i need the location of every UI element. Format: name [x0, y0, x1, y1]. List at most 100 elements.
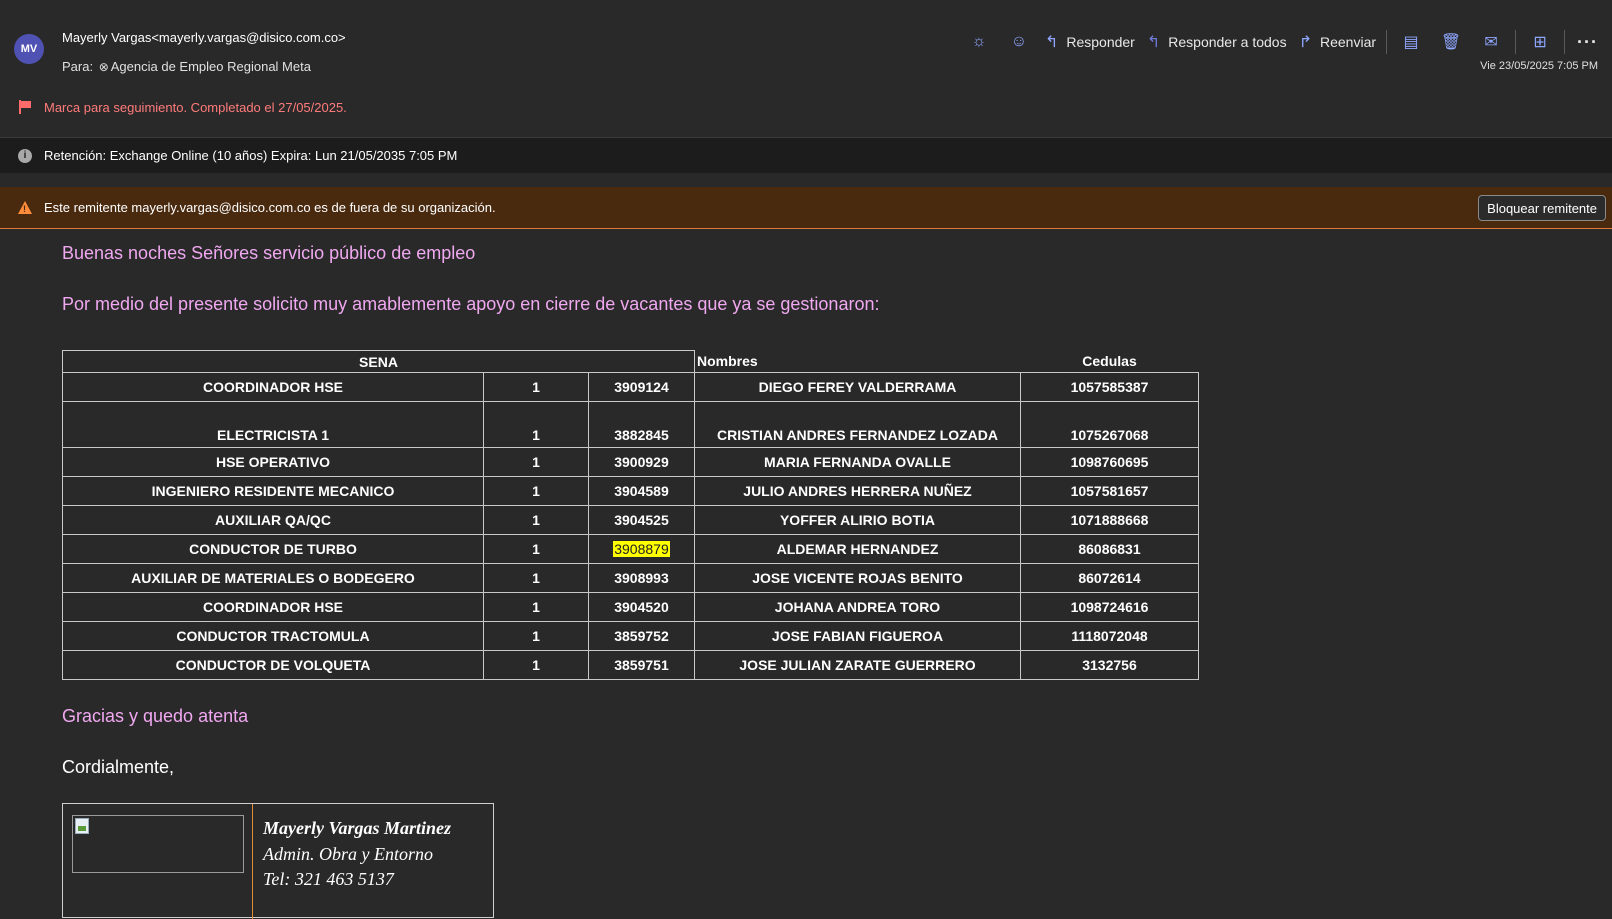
table-row: AUXILIAR QA/QC 1 3904525 YOFFER ALIRIO B…	[62, 505, 1199, 535]
cell-nombre: ALDEMAR HERNANDEZ	[694, 534, 1021, 564]
cell-cantidad: 1	[483, 563, 589, 593]
table-header-row: SENA Nombres Cedulas	[62, 350, 1199, 373]
toolbar-divider	[1386, 30, 1388, 54]
cell-cargo: COORDINADOR HSE	[62, 372, 484, 402]
reply-button[interactable]: ↰ Responder	[1045, 32, 1135, 52]
sent-date: Vie 23/05/2025 7:05 PM	[1480, 60, 1598, 72]
cell-nombre: CRISTIAN ANDRES FERNANDEZ LOZADA	[694, 401, 1021, 448]
cell-codigo: 3904520	[588, 592, 695, 622]
signature-phone: Tel: 321 463 5137	[263, 869, 394, 889]
cell-cedula: 86072614	[1020, 563, 1199, 593]
header-sena: SENA	[62, 350, 695, 373]
thanks-text: Gracias y quedo atenta	[62, 706, 249, 726]
signature-logo-image	[72, 815, 244, 873]
reply-all-icon: ↰	[1146, 34, 1161, 51]
cell-codigo: 3909124	[588, 372, 695, 402]
cell-codigo: 3908993	[588, 563, 695, 593]
cell-cantidad: 1	[483, 372, 589, 402]
calendar-icon[interactable]: ▤	[1399, 30, 1423, 54]
table-row: CONDUCTOR DE TURBO 1 3908879 ALDEMAR HER…	[62, 534, 1199, 564]
cell-nombre: JOHANA ANDREA TORO	[694, 592, 1021, 622]
signature-block: Mayerly Vargas Martinez Admin. Obra y En…	[62, 803, 494, 919]
toolbar-divider	[1515, 30, 1517, 54]
delete-icon[interactable]: 🗑︎	[1439, 30, 1463, 54]
table-row: INGENIERO RESIDENTE MECANICO 1 3904589 J…	[62, 476, 1199, 506]
cell-cargo: INGENIERO RESIDENTE MECANICO	[62, 476, 484, 506]
cell-codigo: 3882845	[588, 401, 695, 448]
forward-button[interactable]: ↱ Reenviar	[1299, 32, 1376, 52]
mark-unread-icon[interactable]: ✉︎	[1479, 30, 1503, 54]
cell-cantidad: 1	[483, 447, 589, 477]
signature-role: Admin. Obra y Entorno	[263, 844, 433, 864]
follow-up-flag-bar[interactable]: Marca para seguimiento. Completado el 27…	[0, 92, 1612, 122]
reply-icon: ↰	[1044, 34, 1059, 51]
cell-codigo: 3908879	[588, 534, 695, 564]
reply-label: Responder	[1066, 34, 1135, 50]
cell-codigo: 3859751	[588, 650, 695, 680]
external-sender-warning: ! Este remitente mayerly.vargas@disico.c…	[0, 187, 1612, 229]
table-row: ELECTRICISTA 1 1 3882845 CRISTIAN ANDRES…	[62, 401, 1199, 448]
info-icon: i	[18, 148, 32, 163]
cell-cedula: 1098724616	[1020, 592, 1199, 622]
vacancies-table: SENA Nombres Cedulas COORDINADOR HSE 1 3…	[62, 350, 1199, 680]
warning-text: Este remitente mayerly.vargas@disico.com…	[44, 200, 496, 215]
toolbar-divider	[1564, 30, 1566, 54]
emoji-reaction-icon[interactable]: ☺	[1007, 30, 1031, 54]
table-row: CONDUCTOR TRACTOMULA 1 3859752 JOSE FABI…	[62, 621, 1199, 651]
flag-icon	[18, 100, 32, 114]
table-row: COORDINADOR HSE 1 3904520 JOHANA ANDREA …	[62, 592, 1199, 622]
to-label: Para:	[62, 59, 94, 74]
more-actions-icon[interactable]: ···	[1577, 32, 1598, 53]
cell-cargo: COORDINADOR HSE	[62, 592, 484, 622]
highlighted-code: 3908879	[613, 541, 670, 557]
signature-logo-cell	[63, 804, 253, 919]
cell-cedula: 1098760695	[1020, 447, 1199, 477]
apps-icon[interactable]: ⊞	[1528, 30, 1552, 54]
cell-cedula: 1057581657	[1020, 476, 1199, 506]
reply-all-button[interactable]: ↰ Responder a todos	[1147, 32, 1287, 52]
cell-cargo: HSE OPERATIVO	[62, 447, 484, 477]
cell-cedula: 86086831	[1020, 534, 1199, 564]
retention-text: Retención: Exchange Online (10 años) Exp…	[44, 148, 458, 163]
table-row: COORDINADOR HSE 1 3909124 DIEGO FEREY VA…	[62, 372, 1199, 402]
greeting-text: Buenas noches Señores servicio público d…	[62, 243, 476, 263]
cell-nombre: JULIO ANDRES HERRERA NUÑEZ	[694, 476, 1021, 506]
table-row: CONDUCTOR DE VOLQUETA 1 3859751 JOSE JUL…	[62, 650, 1199, 680]
forward-icon: ↱	[1298, 34, 1312, 51]
signature-name: Mayerly Vargas Martinez	[263, 818, 452, 838]
cell-codigo: 3900929	[588, 447, 695, 477]
cell-cantidad: 1	[483, 650, 589, 680]
retention-bar: i Retención: Exchange Online (10 años) E…	[0, 137, 1612, 173]
cell-nombre: YOFFER ALIRIO BOTIA	[694, 505, 1021, 535]
table-row: HSE OPERATIVO 1 3900929 MARIA FERNANDA O…	[62, 447, 1199, 477]
forward-label: Reenviar	[1319, 34, 1377, 50]
closing-text: Cordialmente,	[62, 757, 175, 777]
cell-codigo: 3904525	[588, 505, 695, 535]
cell-cargo: AUXILIAR DE MATERIALES O BODEGERO	[62, 563, 484, 593]
cell-cantidad: 1	[483, 621, 589, 651]
intro-text: Por medio del presente solicito muy amab…	[62, 294, 880, 314]
cell-nombre: DIEGO FEREY VALDERRAMA	[694, 372, 1021, 402]
cell-cargo: CONDUCTOR DE VOLQUETA	[62, 650, 484, 680]
cell-cargo: ELECTRICISTA 1	[62, 401, 484, 448]
cell-nombre: JOSE JULIAN ZARATE GUERRERO	[694, 650, 1021, 680]
cell-cantidad: 1	[483, 401, 589, 448]
message-toolbar: ☼ ☺ ↰ Responder ↰ Responder a todos ↱ Re…	[959, 30, 1598, 54]
cell-cedula: 1075267068	[1020, 401, 1199, 448]
cell-cargo: CONDUCTOR TRACTOMULA	[62, 621, 484, 651]
cell-cedula: 3132756	[1020, 650, 1199, 680]
recipient-name[interactable]: Agencia de Empleo Regional Meta	[111, 59, 311, 74]
cell-cargo: AUXILIAR QA/QC	[62, 505, 484, 535]
table-row: AUXILIAR DE MATERIALES O BODEGERO 1 3908…	[62, 563, 1199, 593]
immersive-reader-icon[interactable]: ☼	[967, 30, 991, 54]
cell-codigo: 3859752	[588, 621, 695, 651]
cell-codigo: 3904589	[588, 476, 695, 506]
block-sender-button[interactable]: Bloquear remitente	[1478, 195, 1606, 221]
sender-address[interactable]: Mayerly Vargas<mayerly.vargas@disico.com…	[62, 30, 346, 45]
cell-cedula: 1057585387	[1020, 372, 1199, 402]
sender-avatar[interactable]: MV	[14, 34, 44, 64]
message-header: MV Mayerly Vargas<mayerly.vargas@disico.…	[0, 0, 1612, 84]
cell-cedula: 1071888668	[1020, 505, 1199, 535]
cell-cantidad: 1	[483, 476, 589, 506]
cell-cantidad: 1	[483, 505, 589, 535]
